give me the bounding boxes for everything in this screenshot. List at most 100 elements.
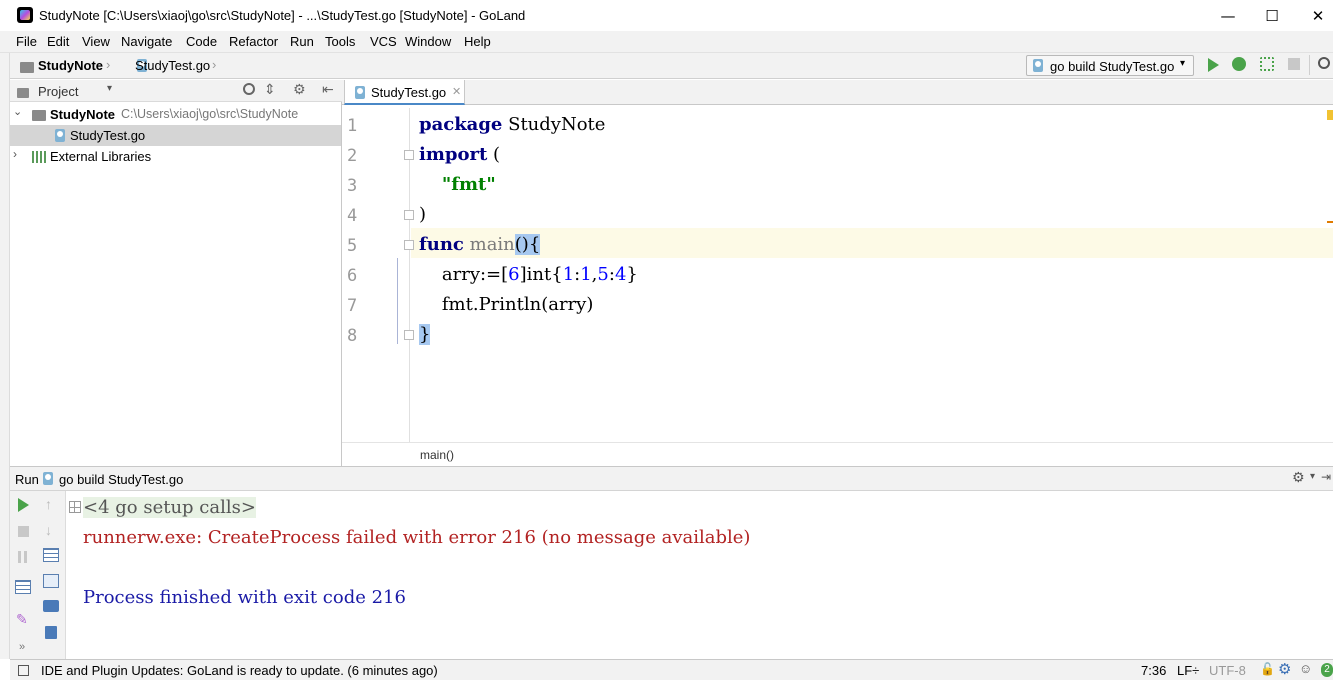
pin-icon[interactable]: ✎ bbox=[16, 611, 28, 628]
collapse-all-icon[interactable]: ⇕ bbox=[264, 81, 276, 98]
run-config-select[interactable]: go build StudyTest.go ▾ bbox=[1026, 55, 1194, 76]
code-line-8[interactable]: } bbox=[419, 324, 431, 345]
run-panel-config[interactable]: go build StudyTest.go bbox=[59, 472, 183, 487]
maximize-button[interactable]: ☐ bbox=[1249, 0, 1295, 31]
breadcrumb-main[interactable]: main() bbox=[420, 448, 454, 462]
code-line-2[interactable]: import ( bbox=[419, 144, 500, 165]
menu-window[interactable]: Window bbox=[405, 34, 451, 49]
line-number: 6 bbox=[347, 266, 358, 286]
scroll-to-end-icon[interactable] bbox=[43, 574, 59, 588]
console-error-line: runnerw.exe: CreateProcess failed with e… bbox=[83, 527, 751, 548]
menu-edit[interactable]: Edit bbox=[47, 34, 69, 49]
print-icon[interactable] bbox=[43, 600, 59, 612]
window-title: StudyNote [C:\Users\xiaoj\go\src\StudyNo… bbox=[39, 8, 526, 23]
inspection-marker[interactable] bbox=[1327, 110, 1333, 120]
gear-icon[interactable]: ⚙ bbox=[293, 81, 306, 98]
locate-icon[interactable] bbox=[243, 83, 255, 95]
run-config-label: go build StudyTest.go bbox=[1050, 59, 1175, 74]
scope-indicator bbox=[397, 258, 398, 344]
console-setup-calls[interactable]: <4 go setup calls> bbox=[83, 497, 256, 518]
code-line-4[interactable]: ) bbox=[419, 204, 426, 225]
error-stripe-marker[interactable] bbox=[1327, 221, 1333, 223]
menu-vcs[interactable]: VCS bbox=[370, 34, 397, 49]
minimize-button[interactable]: — bbox=[1205, 0, 1251, 31]
up-arrow-icon[interactable]: ↑ bbox=[45, 496, 52, 512]
stop-icon[interactable] bbox=[18, 526, 29, 537]
settings-gear-icon[interactable]: ⚙ bbox=[1278, 660, 1291, 678]
stop-icon[interactable] bbox=[1288, 58, 1300, 70]
notifications-badge[interactable]: 2 bbox=[1321, 663, 1333, 677]
nav-project[interactable]: StudyNote bbox=[38, 58, 103, 73]
project-view-label[interactable]: Project bbox=[38, 84, 78, 99]
line-gutter: 1 2 3 4 5 6 7 8 bbox=[342, 108, 414, 442]
line-number: 8 bbox=[347, 326, 358, 346]
search-icon[interactable] bbox=[1318, 57, 1330, 69]
left-tool-strip bbox=[0, 53, 10, 659]
tab-studytest-go[interactable]: StudyTest.go ✕ bbox=[344, 80, 465, 105]
run-icon[interactable] bbox=[1208, 58, 1219, 72]
fold-icon[interactable] bbox=[404, 150, 414, 160]
menu-refactor[interactable]: Refactor bbox=[229, 34, 278, 49]
chevron-down-icon[interactable]: ▾ bbox=[1310, 471, 1315, 482]
close-tab-icon[interactable]: ✕ bbox=[452, 85, 461, 98]
cursor-position[interactable]: 7:36 bbox=[1141, 663, 1166, 678]
code-line-1[interactable]: package StudyNote bbox=[419, 114, 605, 135]
menu-view[interactable]: View bbox=[82, 34, 110, 49]
fold-icon[interactable] bbox=[404, 330, 414, 340]
hide-panel-icon[interactable]: ⇤ bbox=[322, 81, 334, 98]
menu-run[interactable]: Run bbox=[290, 34, 314, 49]
line-separator[interactable]: LF÷ bbox=[1177, 663, 1199, 678]
more-icon[interactable]: » bbox=[19, 641, 25, 653]
soft-wrap-icon[interactable] bbox=[43, 548, 59, 562]
nav-file[interactable]: StudyTest.go bbox=[135, 58, 210, 73]
tree-item-external-libraries[interactable]: › External Libraries bbox=[10, 146, 341, 167]
tool-window-icon[interactable] bbox=[18, 665, 29, 676]
tree-item-file[interactable]: StudyTest.go bbox=[10, 125, 341, 146]
menu-help[interactable]: Help bbox=[464, 34, 491, 49]
chevron-right-icon[interactable]: › bbox=[13, 147, 17, 161]
down-arrow-icon[interactable]: ↓ bbox=[45, 522, 52, 538]
menu-code[interactable]: Code bbox=[186, 34, 217, 49]
lock-icon[interactable]: 🔓 bbox=[1260, 662, 1275, 676]
line-number: 1 bbox=[347, 116, 358, 136]
hide-panel-icon[interactable]: ⇥ bbox=[1321, 470, 1331, 484]
menu-bar: File Edit View Navigate Code Refactor Ru… bbox=[0, 31, 1333, 53]
chevron-right-icon: › bbox=[212, 57, 217, 72]
inspector-icon[interactable]: ☺ bbox=[1299, 661, 1312, 676]
chevron-down-icon[interactable]: ⌄ bbox=[13, 105, 22, 118]
coverage-icon[interactable] bbox=[1260, 57, 1274, 71]
status-message[interactable]: IDE and Plugin Updates: GoLand is ready … bbox=[41, 663, 438, 678]
folder-icon bbox=[20, 62, 34, 73]
close-button[interactable]: ✕ bbox=[1295, 0, 1333, 31]
menu-tools[interactable]: Tools bbox=[325, 34, 355, 49]
line-number: 3 bbox=[347, 176, 358, 196]
code-line-7[interactable]: fmt.Println(arry) bbox=[419, 294, 594, 315]
fold-icon[interactable] bbox=[404, 210, 414, 220]
chevron-down-icon: ▾ bbox=[1180, 58, 1186, 69]
editor-breadcrumb-bar: main() bbox=[342, 442, 1333, 466]
project-panel: Project ▾ ⇕ ⚙ ⇤ ⌄ StudyNote C:\Users\xia… bbox=[10, 80, 342, 466]
line-number: 2 bbox=[347, 146, 358, 166]
run-console[interactable]: <4 go setup calls> runnerw.exe: CreatePr… bbox=[66, 491, 1333, 659]
trash-icon[interactable] bbox=[45, 626, 57, 639]
rerun-icon[interactable] bbox=[18, 498, 29, 512]
code-line-3[interactable]: "fmt" bbox=[419, 174, 496, 195]
code-line-5[interactable]: func main(){ bbox=[419, 234, 541, 255]
expand-icon-bar bbox=[70, 507, 80, 508]
menu-file[interactable]: File bbox=[16, 34, 37, 49]
code-line-6[interactable]: arry:=[6]int{1:1,5:4} bbox=[419, 264, 638, 285]
gear-icon[interactable]: ⚙ bbox=[1292, 469, 1305, 486]
chevron-down-icon[interactable]: ▾ bbox=[107, 83, 112, 94]
run-toolbar: ↑ ↓ ✎ » bbox=[10, 491, 66, 659]
fold-icon[interactable] bbox=[404, 240, 414, 250]
line-number: 4 bbox=[347, 206, 358, 226]
pause-icon[interactable] bbox=[18, 551, 21, 563]
navigation-bar: StudyNote › StudyTest.go › go build Stud… bbox=[10, 53, 1333, 79]
editor-panel: StudyTest.go ✕ 1 2 3 4 5 6 7 8 package S… bbox=[342, 80, 1333, 466]
tree-external-label: External Libraries bbox=[50, 149, 152, 164]
menu-navigate[interactable]: Navigate bbox=[121, 34, 172, 49]
tree-item-root[interactable]: ⌄ StudyNote C:\Users\xiaoj\go\src\StudyN… bbox=[10, 104, 341, 125]
debug-icon[interactable] bbox=[1232, 57, 1246, 71]
file-encoding[interactable]: UTF-8 bbox=[1209, 663, 1246, 678]
restore-layout-icon[interactable] bbox=[15, 580, 31, 594]
